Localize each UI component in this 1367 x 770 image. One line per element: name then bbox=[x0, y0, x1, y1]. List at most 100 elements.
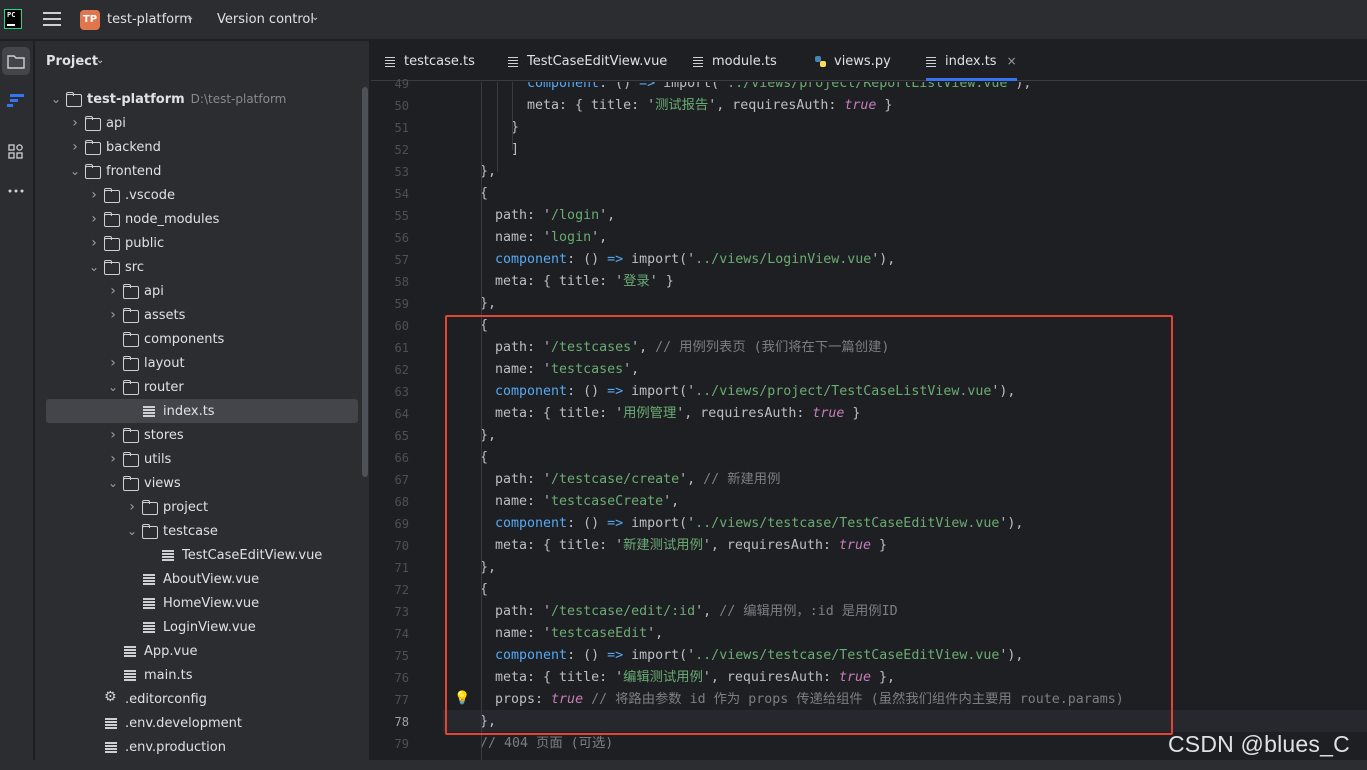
code-token: '), bbox=[871, 252, 896, 267]
tree-item-node-modules[interactable]: › node_modules bbox=[46, 207, 358, 231]
more-tools-button[interactable] bbox=[2, 177, 30, 205]
code-line[interactable]: meta: { title: '编辑测试用例', requiresAuth: t… bbox=[495, 667, 895, 689]
chevron-down-icon[interactable]: ⌄ bbox=[69, 164, 81, 178]
tree-item-app-vue[interactable]: App.vue bbox=[46, 639, 358, 663]
code-line[interactable]: name: 'testcases', bbox=[495, 359, 639, 381]
code-line[interactable]: name: 'login', bbox=[495, 227, 607, 249]
tab-module-ts[interactable]: module.ts bbox=[693, 41, 777, 81]
code-line[interactable]: meta: { title: '用例管理', requiresAuth: tru… bbox=[495, 403, 860, 425]
tree-item-layout[interactable]: › layout bbox=[46, 351, 358, 375]
panel-title[interactable]: Project bbox=[46, 54, 98, 69]
code-line[interactable]: path: '/testcase/create', // 新建用例 bbox=[495, 469, 780, 491]
chevron-right-icon[interactable]: › bbox=[69, 139, 81, 155]
code-line[interactable]: }, bbox=[480, 293, 496, 315]
code-line[interactable]: name: 'testcaseCreate', bbox=[495, 491, 679, 513]
chevron-down-icon[interactable]: ⌄ bbox=[88, 260, 100, 274]
tree-item-test-platform[interactable]: ⌄ test-platform D:\test-platform bbox=[46, 87, 358, 111]
code-line[interactable]: props: true // 将路由参数 id 作为 props 传递给组件 (… bbox=[495, 689, 1124, 711]
code-line[interactable]: path: '/testcase/edit/:id', // 编辑用例，:id … bbox=[495, 601, 898, 623]
chevron-right-icon[interactable]: › bbox=[88, 187, 100, 203]
tree-item-public[interactable]: › public bbox=[46, 231, 358, 255]
code-line[interactable]: name: 'testcaseEdit', bbox=[495, 623, 663, 645]
tree-item-utils[interactable]: › utils bbox=[46, 447, 358, 471]
tree-item-aboutview-vue[interactable]: AboutView.vue bbox=[46, 567, 358, 591]
code-line[interactable]: component: () => import('../views/projec… bbox=[495, 381, 1015, 403]
code-line[interactable]: path: '/testcases', // 用例列表页 (我们将在下一篇创建) bbox=[495, 337, 889, 359]
tab-testcaseeditview-vue[interactable]: TestCaseEditView.vue bbox=[508, 41, 667, 81]
chevron-right-icon[interactable]: › bbox=[107, 427, 119, 443]
code-line[interactable]: path: '/login', bbox=[495, 205, 615, 227]
chevron-down-icon[interactable]: ⌄ bbox=[311, 12, 319, 23]
chevron-right-icon[interactable]: › bbox=[69, 115, 81, 131]
tree-item-testcase[interactable]: ⌄ testcase bbox=[46, 519, 358, 543]
code-line[interactable]: // 404 页面 (可选) bbox=[480, 733, 613, 755]
tree-item-vscode[interactable]: › .vscode bbox=[46, 183, 358, 207]
chevron-right-icon[interactable]: › bbox=[107, 283, 119, 299]
code-line[interactable]: }, bbox=[480, 161, 496, 183]
code-token: ', requiresAuth: bbox=[676, 406, 813, 421]
tree-item-loginview-vue[interactable]: LoginView.vue bbox=[46, 615, 358, 639]
main-menu-icon[interactable] bbox=[43, 12, 61, 27]
chevron-down-icon[interactable]: ⌄ bbox=[126, 524, 138, 538]
tree-item-router[interactable]: ⌄ router bbox=[46, 375, 358, 399]
tree-item-views[interactable]: ⌄ views bbox=[46, 471, 358, 495]
panel-scrollbar[interactable] bbox=[362, 87, 368, 477]
tree-item-api[interactable]: › api bbox=[46, 279, 358, 303]
tree-item-editorconfig[interactable]: .editorconfig bbox=[46, 687, 358, 711]
code-line[interactable]: meta: { title: '新建测试用例', requiresAuth: t… bbox=[495, 535, 887, 557]
code-line[interactable]: }, bbox=[480, 425, 496, 447]
tab-views-py[interactable]: views.py bbox=[815, 41, 891, 81]
chevron-right-icon[interactable]: › bbox=[126, 499, 138, 515]
project-avatar[interactable]: TP bbox=[80, 10, 100, 30]
code-line[interactable]: component: () => import('../views/testca… bbox=[495, 513, 1023, 535]
chevron-right-icon[interactable]: › bbox=[107, 355, 119, 371]
project-switcher[interactable]: test-platform bbox=[107, 12, 192, 27]
code-token: } bbox=[871, 538, 888, 553]
chevron-down-icon[interactable]: ⌄ bbox=[186, 12, 194, 23]
chevron-right-icon[interactable]: › bbox=[88, 235, 100, 251]
tree-item-components[interactable]: components bbox=[46, 327, 358, 351]
code-token: ', requiresAuth: bbox=[708, 98, 845, 113]
tree-item-env-production[interactable]: .env.production bbox=[46, 735, 358, 759]
code-line[interactable]: }, bbox=[480, 711, 496, 733]
code-line[interactable]: meta: { title: '测试报告', requiresAuth: tru… bbox=[527, 95, 892, 117]
code-line[interactable]: component: () => import('../views/LoginV… bbox=[495, 249, 895, 271]
close-icon[interactable]: × bbox=[1007, 54, 1017, 68]
tree-item-api[interactable]: › api bbox=[46, 111, 358, 135]
tree-item-index-ts[interactable]: index.ts bbox=[46, 399, 358, 423]
chevron-down-icon[interactable]: ⌄ bbox=[96, 55, 104, 66]
code-area[interactable]: component: () => import('../views/projec… bbox=[371, 82, 1367, 770]
code-token: ', bbox=[663, 494, 680, 509]
pycharm-logo-icon[interactable]: PC bbox=[4, 9, 22, 29]
chevron-right-icon[interactable]: › bbox=[88, 211, 100, 227]
tree-item-stores[interactable]: › stores bbox=[46, 423, 358, 447]
tree-item-project[interactable]: › project bbox=[46, 495, 358, 519]
chevron-down-icon[interactable]: ⌄ bbox=[107, 380, 119, 394]
code-token: '), bbox=[991, 384, 1016, 399]
code-line[interactable]: meta: { title: '登录' } bbox=[495, 271, 674, 293]
structure-tool-button[interactable] bbox=[2, 86, 30, 114]
tree-item-assets[interactable]: › assets bbox=[46, 303, 358, 327]
code-token: // 将路由参数 id 作为 props 传递给组件 (虽然我们组件内主要用 r… bbox=[591, 692, 1124, 707]
tab-index-ts[interactable]: index.ts × bbox=[926, 41, 1017, 81]
tree-item-backend[interactable]: › backend bbox=[46, 135, 358, 159]
tree-item-env-development[interactable]: .env.development bbox=[46, 711, 358, 735]
plugins-tool-button[interactable] bbox=[2, 138, 30, 166]
tree-item-src[interactable]: ⌄ src bbox=[46, 255, 358, 279]
code-line[interactable]: }, bbox=[480, 557, 496, 579]
chevron-right-icon[interactable]: › bbox=[107, 307, 119, 323]
tree-item-homeview-vue[interactable]: HomeView.vue bbox=[46, 591, 358, 615]
tree-item-main-ts[interactable]: main.ts bbox=[46, 663, 358, 687]
chevron-right-icon[interactable]: › bbox=[107, 451, 119, 467]
code-token: => bbox=[607, 384, 624, 399]
code-token: true bbox=[838, 538, 871, 553]
tree-item-testcaseeditview-vue[interactable]: TestCaseEditView.vue bbox=[46, 543, 358, 567]
code-line[interactable]: component: () => import('../views/projec… bbox=[527, 82, 1031, 95]
code-line[interactable]: component: () => import('../views/testca… bbox=[495, 645, 1023, 667]
chevron-down-icon[interactable]: ⌄ bbox=[107, 476, 119, 490]
project-tool-button[interactable] bbox=[2, 47, 30, 75]
chevron-down-icon[interactable]: ⌄ bbox=[50, 92, 62, 106]
lightbulb-icon[interactable]: 💡 bbox=[454, 688, 470, 710]
tree-item-frontend[interactable]: ⌄ frontend bbox=[46, 159, 358, 183]
version-control-menu[interactable]: Version control bbox=[217, 12, 314, 27]
